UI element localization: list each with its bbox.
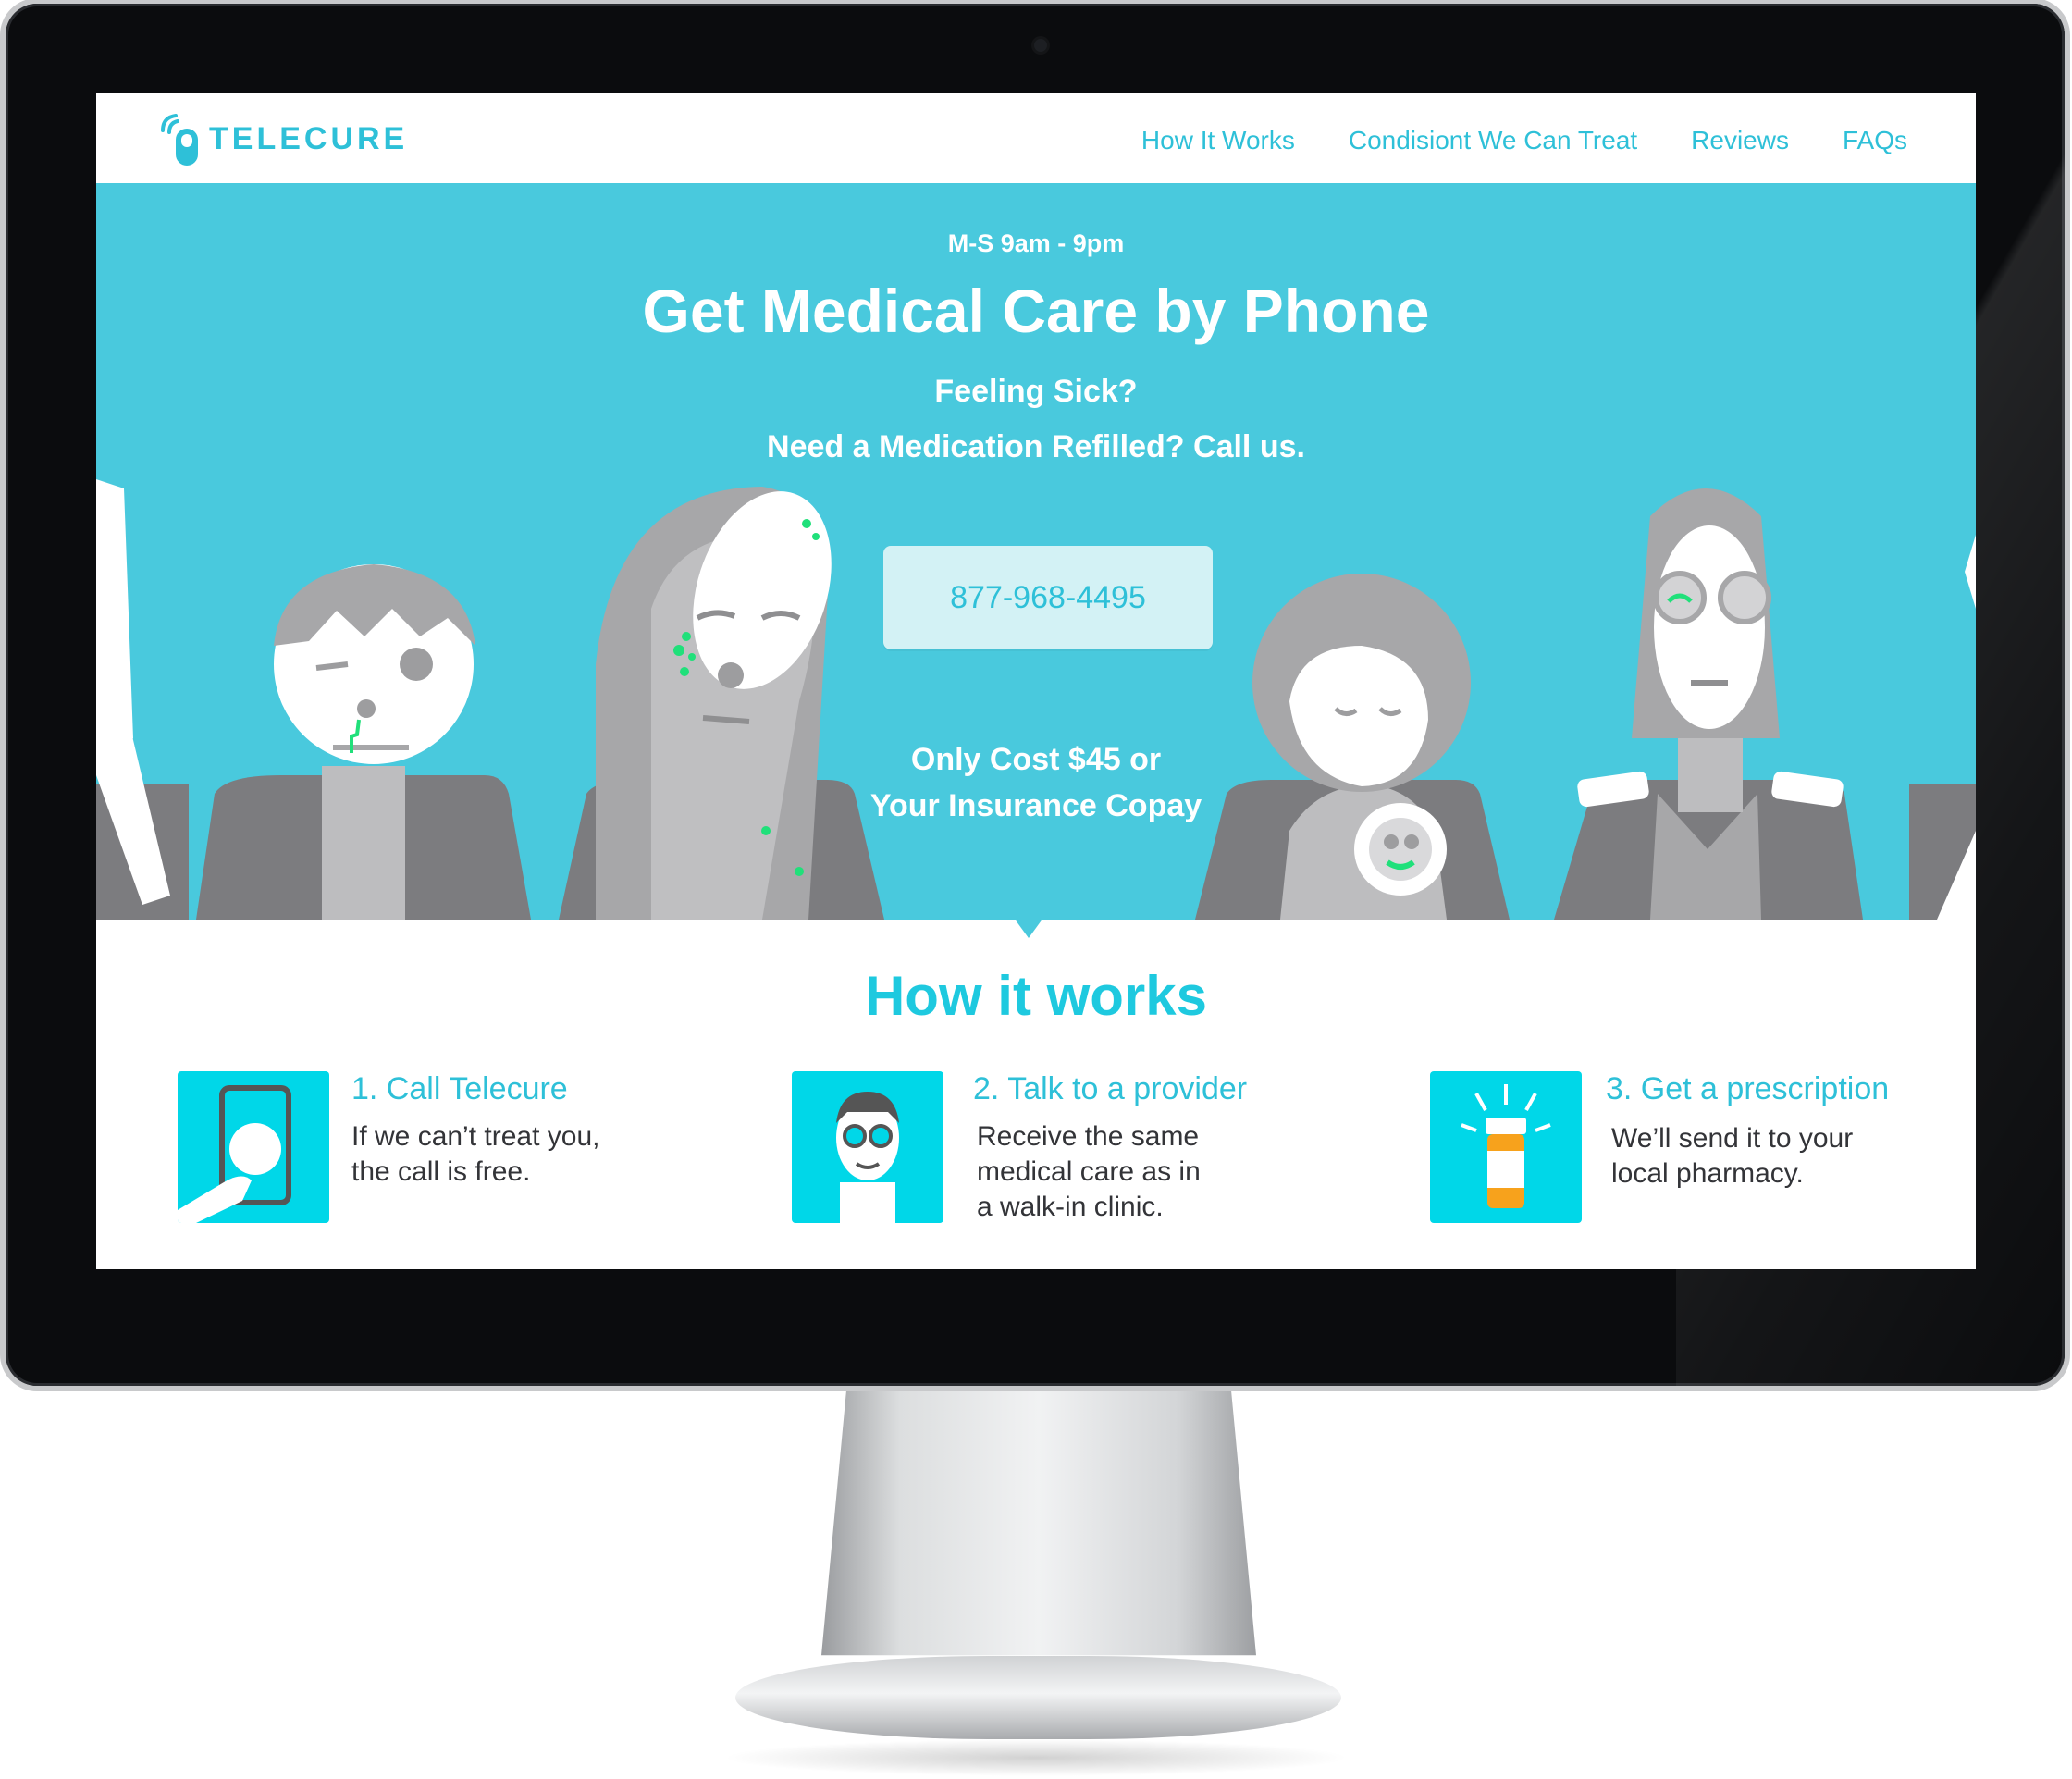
doctor-icon <box>792 1071 944 1223</box>
how-it-works-title: How it works <box>864 965 1208 1027</box>
hero-section: M-S 9am - 9pm Get Medical Care by Phone … <box>96 183 1976 920</box>
section-pointer <box>1014 918 1043 938</box>
pill-bottle-icon <box>1430 1071 1582 1223</box>
website-screen: TELECURE How It Works Condisiont We Can … <box>96 93 1976 1269</box>
step-2-title: 2. Talk to a provider <box>973 1071 1248 1106</box>
step-3-description: We’ll send it to your local pharmacy. <box>1611 1121 1853 1192</box>
tall-man-figure <box>559 487 884 920</box>
step-2-desc-line: Receive the same <box>977 1121 1200 1152</box>
step-provider: 2. Talk to a provider Receive the same m… <box>792 1071 1310 1229</box>
call-phone-button[interactable]: 877-968-4495 <box>883 546 1213 649</box>
glasses-woman-figure <box>1554 488 1863 920</box>
step-2-description: Receive the same medical care as in a wa… <box>977 1119 1201 1225</box>
monitor-shadow <box>722 1739 1350 1776</box>
step-3-desc-line: We’ll send it to your <box>1611 1123 1854 1154</box>
step-call: 1. Call Telecure If we can’t treat you, … <box>178 1071 696 1229</box>
nav-how-it-works[interactable]: How It Works <box>1141 126 1295 155</box>
cost-line-2: Your Insurance Copay <box>870 788 1202 823</box>
nav-reviews[interactable]: Reviews <box>1691 126 1789 155</box>
hero-subline-1: Feeling Sick? <box>934 374 1138 409</box>
phone-tap-icon <box>178 1071 329 1223</box>
step-1-desc-line: If we can’t treat you, <box>352 1121 600 1152</box>
step-3-desc-line: local pharmacy. <box>1611 1158 1804 1189</box>
webcam-icon <box>1034 39 1047 52</box>
hero-headline: Get Medical Care by Phone <box>642 277 1430 345</box>
step-2-desc-line: a walk-in clinic. <box>977 1192 1164 1222</box>
step-1-description: If we can’t treat you, the call is free. <box>352 1119 599 1190</box>
step-2-desc-line: medical care as in <box>977 1156 1201 1187</box>
monitor-stand-neck <box>821 1378 1256 1656</box>
cost-line-1: Only Cost $45 or <box>910 742 1162 777</box>
nav-conditions[interactable]: Condisiont We Can Treat <box>1349 126 1637 155</box>
step-prescription: 3. Get a prescription We’ll send it to y… <box>1430 1071 1948 1229</box>
telecure-logo[interactable]: TELECURE <box>157 109 408 168</box>
right-edge-figure <box>1909 535 1976 920</box>
site-header: TELECURE How It Works Condisiont We Can … <box>96 93 1976 183</box>
step-3-title: 3. Get a prescription <box>1606 1071 1890 1106</box>
business-hours: M-S 9am - 9pm <box>947 229 1125 257</box>
brand-name: TELECURE <box>209 120 409 156</box>
hero-subline-2: Need a Medication Refilled? Call us. <box>767 429 1305 464</box>
left-edge-figure <box>96 479 189 920</box>
pill-signal-logo-icon <box>161 114 198 166</box>
main-nav: How It Works Condisiont We Can Treat Rev… <box>1088 126 1907 155</box>
nav-faqs[interactable]: FAQs <box>1843 126 1907 155</box>
step-1-title: 1. Call Telecure <box>352 1071 568 1106</box>
monitor-stand-base <box>735 1656 1341 1739</box>
step-1-desc-line: the call is free. <box>352 1156 531 1187</box>
